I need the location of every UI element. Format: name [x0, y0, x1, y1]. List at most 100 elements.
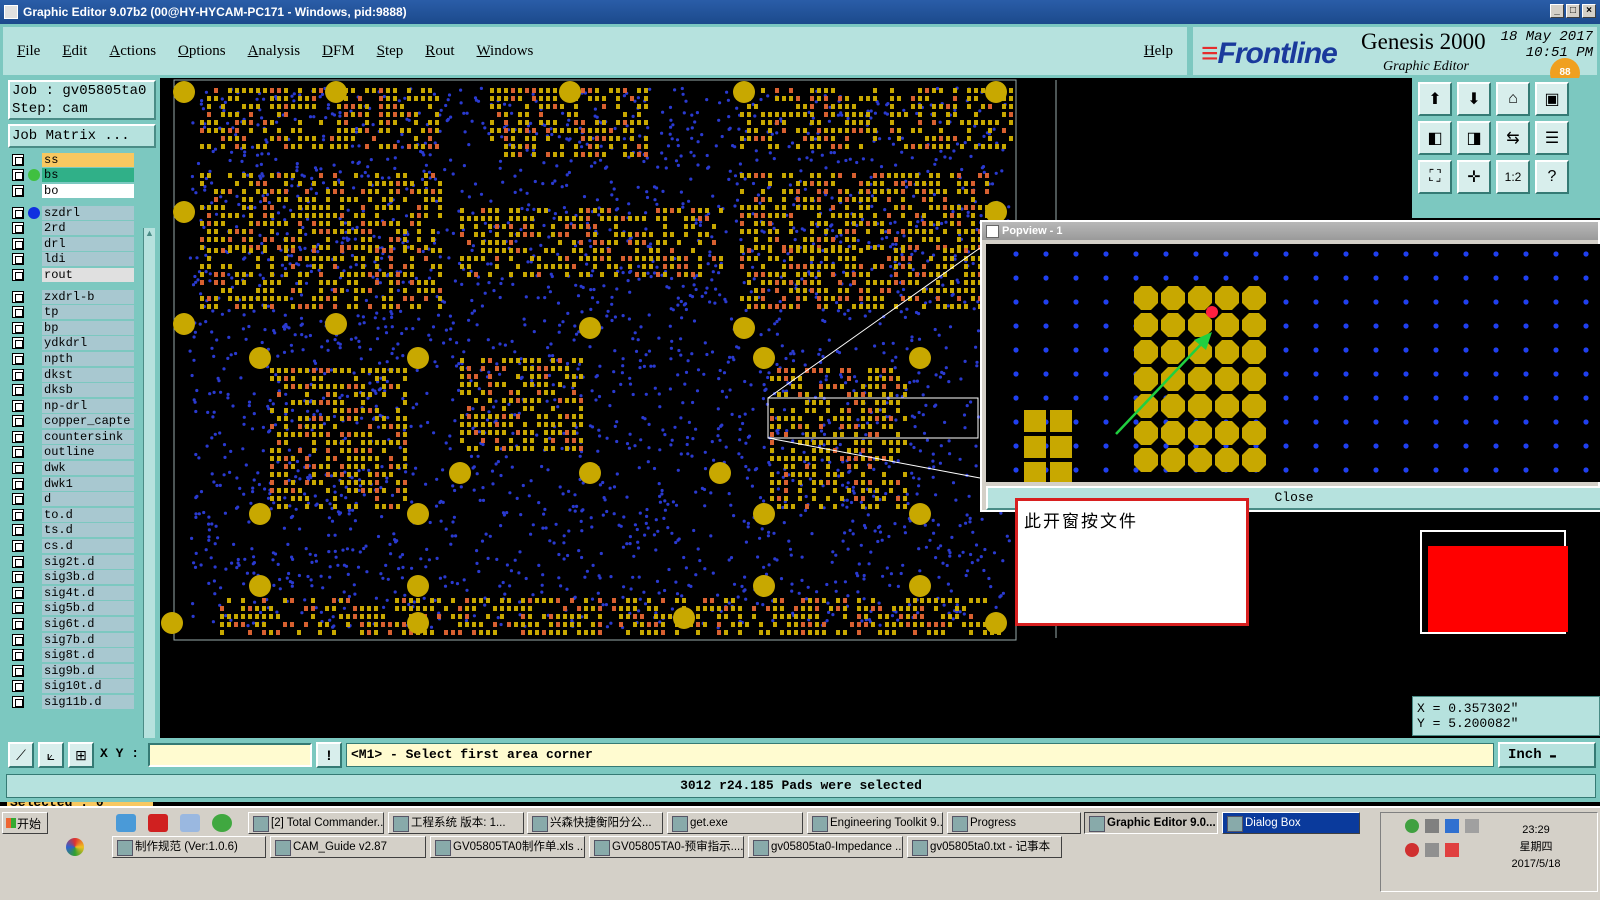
- layer-row[interactable]: ts.d: [8, 523, 148, 539]
- layer-checkbox[interactable]: [12, 540, 24, 553]
- layer-row[interactable]: sig9b.d: [8, 663, 148, 679]
- layer-row[interactable]: rout: [8, 267, 148, 283]
- menu-help[interactable]: Help: [1144, 43, 1173, 60]
- layer-checkbox[interactable]: [12, 169, 24, 182]
- layer-checkbox[interactable]: [12, 337, 24, 350]
- layer-checkbox[interactable]: [12, 206, 24, 219]
- layer-checkbox[interactable]: [12, 430, 24, 443]
- layer-row[interactable]: szdrl: [8, 205, 148, 221]
- menu-file[interactable]: File: [17, 43, 40, 60]
- layer-row[interactable]: drl: [8, 236, 148, 252]
- layer-row[interactable]: copper_capte: [8, 414, 148, 430]
- menu-edit[interactable]: Edit: [62, 43, 87, 60]
- layer-scrollbar[interactable]: ▲ ▼: [143, 228, 155, 788]
- layer-checkbox[interactable]: [12, 446, 24, 459]
- menu-analysis[interactable]: Analysis: [248, 43, 301, 60]
- layer-row[interactable]: sig4t.d: [8, 585, 148, 601]
- layer-checkbox[interactable]: [12, 368, 24, 381]
- layer-checkbox[interactable]: [12, 399, 24, 412]
- layer-row[interactable]: sig7b.d: [8, 632, 148, 648]
- layer-row[interactable]: tp: [8, 304, 148, 320]
- close-window-button[interactable]: ×: [1582, 4, 1596, 18]
- layer-row[interactable]: sig5b.d: [8, 601, 148, 617]
- via: [532, 207, 536, 211]
- via: [851, 485, 856, 489]
- layer-checkbox[interactable]: [12, 477, 24, 490]
- layer-checkbox[interactable]: [12, 268, 24, 281]
- layer-row[interactable]: countersink: [8, 429, 148, 445]
- menu-windows[interactable]: Windows: [476, 43, 533, 60]
- layer-row[interactable]: bo: [8, 183, 148, 199]
- layer-checkbox[interactable]: [12, 664, 24, 677]
- layer-row[interactable]: cs.d: [8, 538, 148, 554]
- layer-row[interactable]: dkst: [8, 367, 148, 383]
- pad-highlight: [270, 189, 274, 194]
- layer-checkbox[interactable]: [12, 555, 24, 568]
- layer-checkbox[interactable]: [12, 415, 24, 428]
- maximize-button[interactable]: □: [1566, 4, 1580, 18]
- via: [207, 535, 211, 539]
- layer-row[interactable]: dksb: [8, 382, 148, 398]
- layer-row[interactable]: to.d: [8, 507, 148, 523]
- layer-checkbox[interactable]: [12, 237, 24, 250]
- layer-checkbox[interactable]: [12, 695, 24, 708]
- layer-row[interactable]: sig2t.d: [8, 554, 148, 570]
- job-matrix-button[interactable]: Job Matrix ...: [8, 124, 156, 148]
- layer-checkbox[interactable]: [12, 321, 24, 334]
- menu-step[interactable]: Step: [377, 43, 404, 60]
- via: [718, 438, 722, 442]
- layer-checkbox[interactable]: [12, 571, 24, 584]
- layer-checkbox[interactable]: [12, 649, 24, 662]
- layer-row[interactable]: np-drl: [8, 398, 148, 414]
- scroll-up-icon[interactable]: ▲: [144, 228, 155, 240]
- via: [255, 97, 259, 101]
- layer-row[interactable]: dwk: [8, 460, 148, 476]
- layer-checkbox[interactable]: [12, 618, 24, 631]
- via: [939, 444, 943, 448]
- pad-highlight: [810, 288, 814, 293]
- via: [880, 237, 884, 241]
- layer-row[interactable]: ydkdrl: [8, 336, 148, 352]
- layer-row[interactable]: bp: [8, 320, 148, 336]
- layer-checkbox[interactable]: [12, 253, 24, 266]
- layer-row[interactable]: sig8t.d: [8, 647, 148, 663]
- layer-row[interactable]: sig3b.d: [8, 569, 148, 585]
- layer-checkbox[interactable]: [12, 633, 24, 646]
- layer-checkbox[interactable]: [12, 524, 24, 537]
- layer-row[interactable]: zxdrl-b: [8, 289, 148, 305]
- layer-row[interactable]: d: [8, 491, 148, 507]
- layer-checkbox[interactable]: [12, 602, 24, 615]
- layer-checkbox[interactable]: [12, 352, 24, 365]
- layer-checkbox[interactable]: [12, 493, 24, 506]
- pad: [922, 181, 926, 186]
- pad: [389, 221, 393, 226]
- menu-options[interactable]: Options: [178, 43, 226, 60]
- layer-row[interactable]: ldi: [8, 252, 148, 268]
- layer-checkbox[interactable]: [12, 508, 24, 521]
- layer-checkbox[interactable]: [12, 462, 24, 475]
- layer-row[interactable]: sig6t.d: [8, 616, 148, 632]
- layer-row[interactable]: dwk1: [8, 476, 148, 492]
- menu-dfm[interactable]: DFM: [322, 43, 355, 60]
- layer-checkbox[interactable]: [12, 290, 24, 303]
- layer-checkbox[interactable]: [12, 680, 24, 693]
- layer-checkbox[interactable]: [12, 184, 24, 197]
- layer-row[interactable]: 2rd: [8, 220, 148, 236]
- layer-row[interactable]: sig11b.d: [8, 694, 148, 710]
- layer-checkbox[interactable]: [12, 222, 24, 235]
- layer-checkbox[interactable]: [12, 153, 24, 166]
- layer-row[interactable]: sig10t.d: [8, 679, 148, 695]
- menu-rout[interactable]: Rout: [425, 43, 454, 60]
- minimize-button[interactable]: _: [1550, 4, 1564, 18]
- layer-checkbox[interactable]: [12, 306, 24, 319]
- layer-checkbox[interactable]: [12, 384, 24, 397]
- layer-checkbox[interactable]: [12, 586, 24, 599]
- pad: [326, 237, 330, 242]
- layer-row[interactable]: ss: [8, 152, 148, 168]
- menu-actions[interactable]: Actions: [109, 43, 156, 60]
- via: [749, 290, 753, 294]
- layer-row[interactable]: outline: [8, 445, 148, 461]
- layer-row[interactable]: bs: [8, 168, 148, 184]
- layer-row[interactable]: npth: [8, 351, 148, 367]
- via: [884, 461, 888, 465]
